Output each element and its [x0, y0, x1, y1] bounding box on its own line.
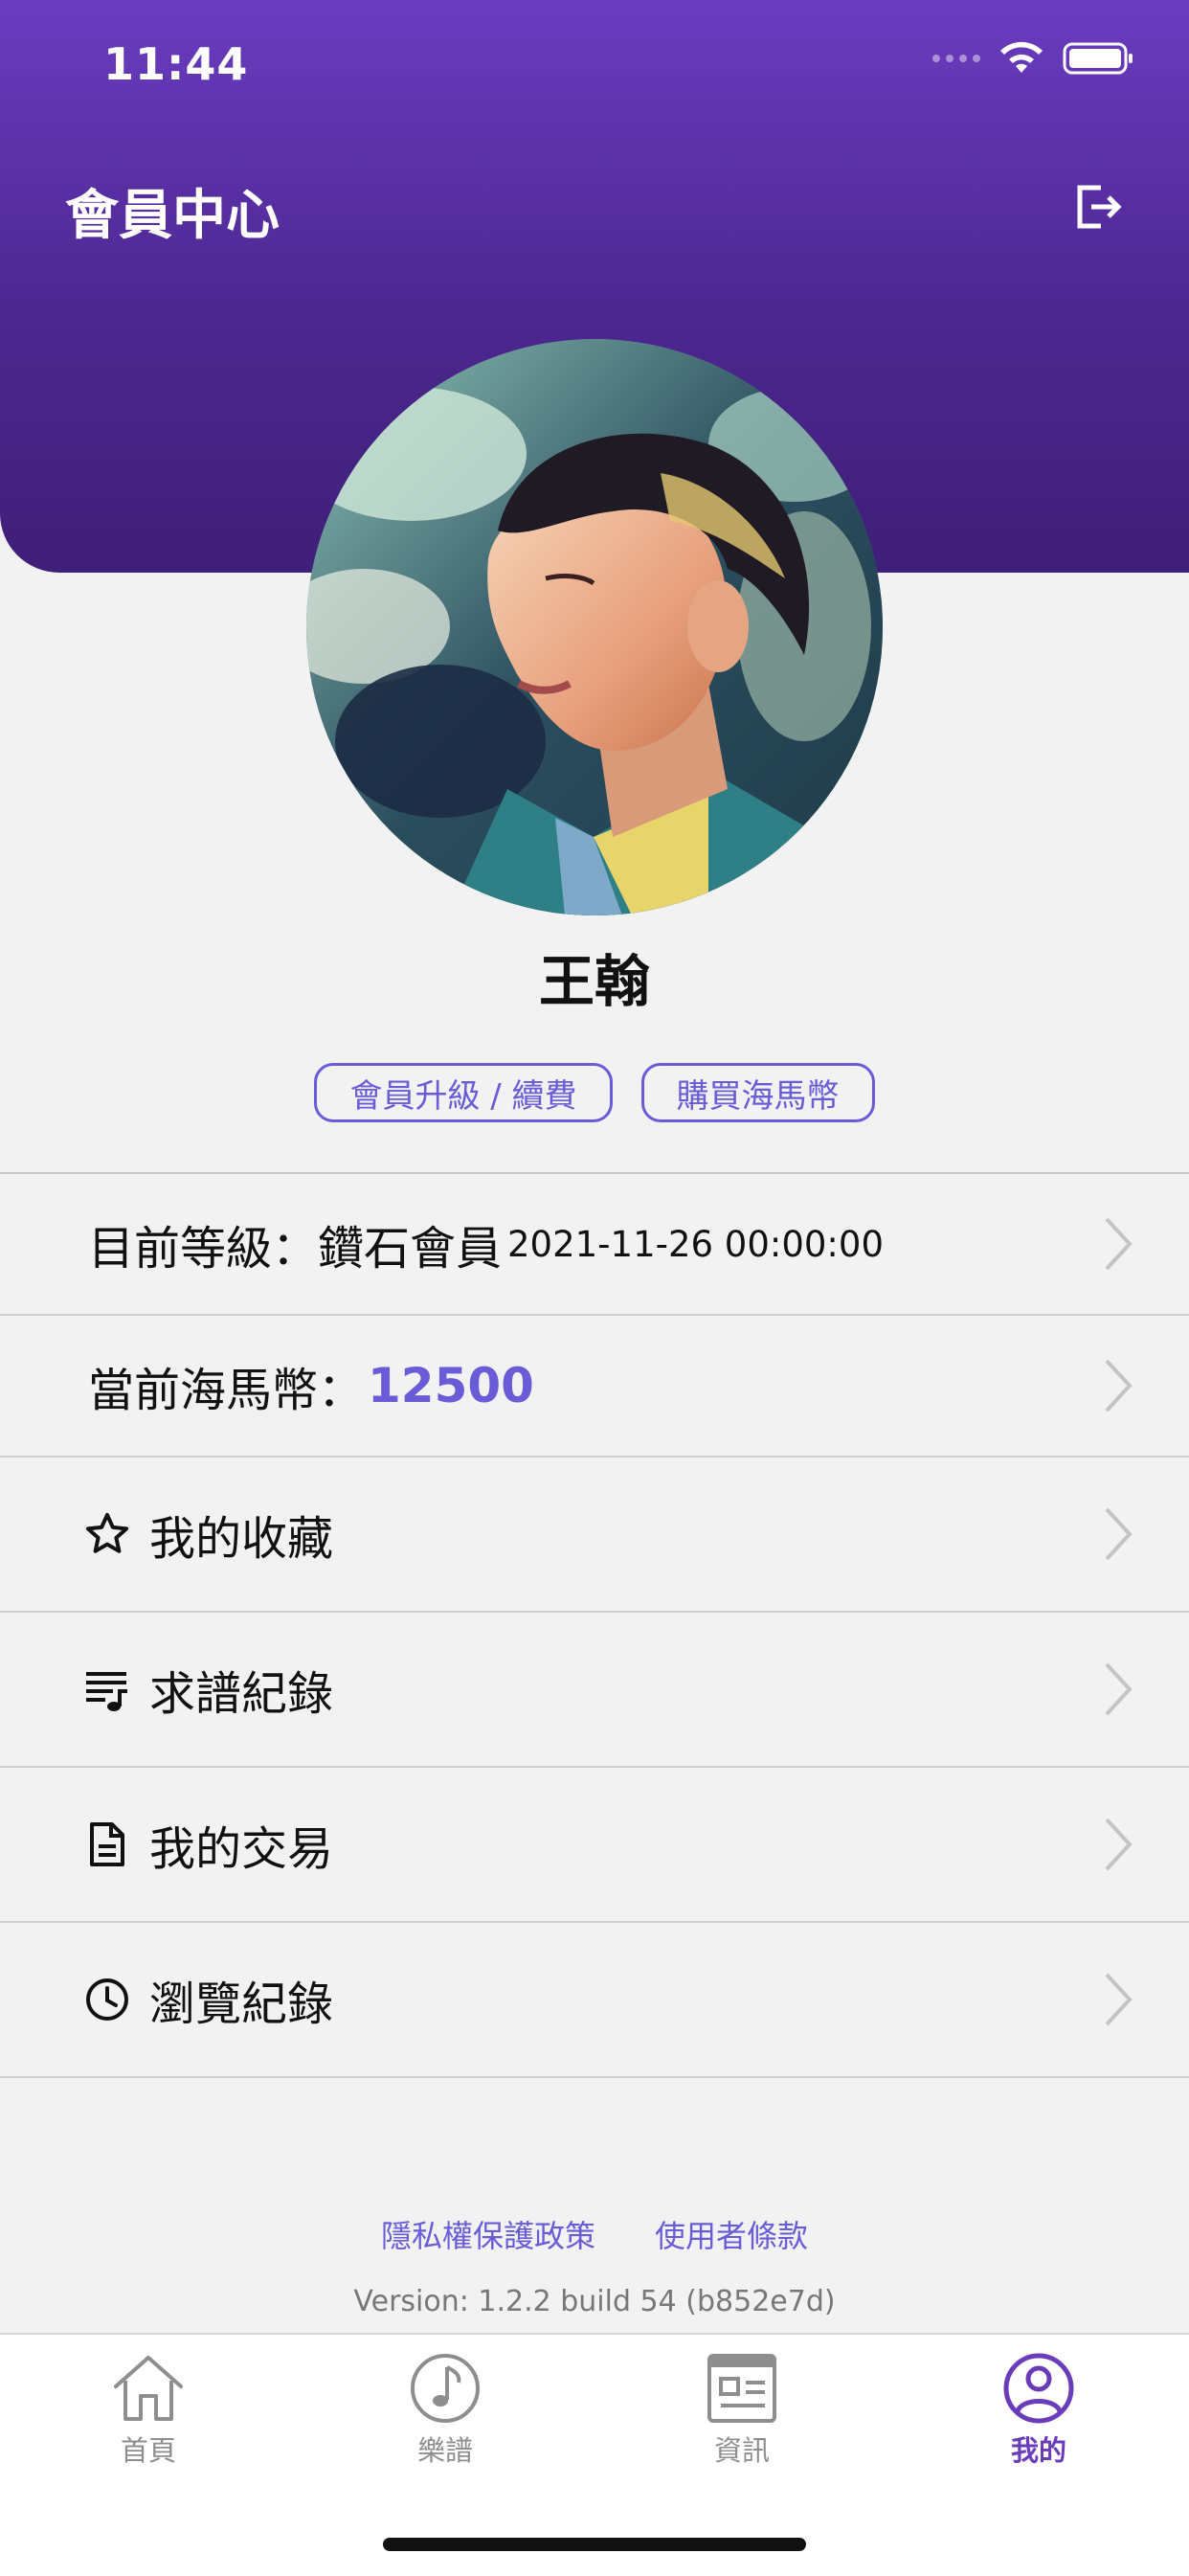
home-indicator [383, 2538, 806, 2551]
membership-level-label: 目前等級：鑽石會員 [88, 1222, 503, 1276]
music-note-icon [411, 2354, 480, 2423]
document-icon [90, 1822, 124, 1866]
coins-balance-row[interactable]: 當前海馬幣： 12500 [0, 1316, 1189, 1457]
tab-home[interactable]: 首頁 [53, 2352, 244, 2469]
cellular-signal-icon [932, 55, 980, 62]
menu-row-label: 求譜紀錄 [149, 1667, 334, 1721]
menu-row-label: 我的交易 [149, 1822, 334, 1876]
logout-icon[interactable] [1070, 178, 1128, 236]
menu-row-favorites[interactable]: 我的收藏 [0, 1457, 1189, 1613]
coins-label: 當前海馬幣： [88, 1364, 365, 1417]
menu-row-label: 我的收藏 [149, 1512, 334, 1566]
footer-links: 隱私權保護政策 使用者條款 [0, 2212, 1189, 2256]
tab-label: 樂譜 [416, 2434, 473, 2467]
tab-label: 資訊 [713, 2434, 770, 2467]
membership-expiry: 2021-11-26 00:00:00 [507, 1223, 884, 1265]
upgrade-membership-button[interactable]: 會員升級 / 續費 [314, 1063, 613, 1122]
chevron-right-icon [1105, 1973, 1133, 2026]
user-avatar-image [306, 339, 883, 915]
privacy-policy-link[interactable]: 隱私權保護政策 [381, 2212, 595, 2256]
clock-icon [86, 1978, 128, 2021]
profile-actions: 會員升級 / 續費 購買海馬幣 [0, 1063, 1189, 1122]
page-title: 會員中心 [65, 185, 280, 247]
chevron-right-icon [1105, 1359, 1133, 1412]
chevron-right-icon [1105, 1507, 1133, 1561]
version-text: Version: 1.2.2 build 54 (b852e7d) [353, 2285, 836, 2318]
music-list-icon [86, 1672, 127, 1711]
tab-profile[interactable]: 我的 [943, 2352, 1134, 2469]
wifi-icon [1000, 41, 1043, 73]
chevron-right-icon [1105, 1662, 1133, 1716]
membership-level-row[interactable]: 目前等級：鑽石會員 2021-11-26 00:00:00 [0, 1174, 1189, 1316]
menu-row-transactions[interactable]: 我的交易 [0, 1768, 1189, 1923]
news-icon [707, 2354, 776, 2423]
menu-row-history[interactable]: 瀏覽紀錄 [0, 1923, 1189, 2078]
home-icon [114, 2356, 183, 2421]
tab-news[interactable]: 資訊 [646, 2352, 838, 2469]
chevron-right-icon [1105, 1217, 1133, 1271]
buy-coins-button[interactable]: 購買海馬幣 [640, 1063, 875, 1122]
chevron-right-icon [1105, 1818, 1133, 1871]
menu-row-label: 瀏覽紀錄 [149, 1977, 334, 2031]
coins-value: 12500 [368, 1358, 534, 1413]
star-icon [86, 1513, 128, 1553]
menu-row-requests[interactable]: 求譜紀錄 [0, 1613, 1189, 1768]
member-menu-list: 目前等級：鑽石會員 2021-11-26 00:00:00 當前海馬幣： 125… [0, 1172, 1189, 2078]
profile-icon [1003, 2353, 1074, 2424]
user-name: 王翰 [538, 949, 650, 1014]
status-icons [932, 40, 1135, 77]
status-time: 11:44 [103, 38, 249, 90]
tab-label: 我的 [1010, 2434, 1066, 2467]
battery-icon [1063, 42, 1133, 75]
avatar[interactable] [306, 339, 883, 915]
tab-label: 首頁 [120, 2434, 176, 2467]
tab-sheet-music[interactable]: 樂譜 [349, 2352, 541, 2469]
terms-of-use-link[interactable]: 使用者條款 [655, 2212, 808, 2256]
